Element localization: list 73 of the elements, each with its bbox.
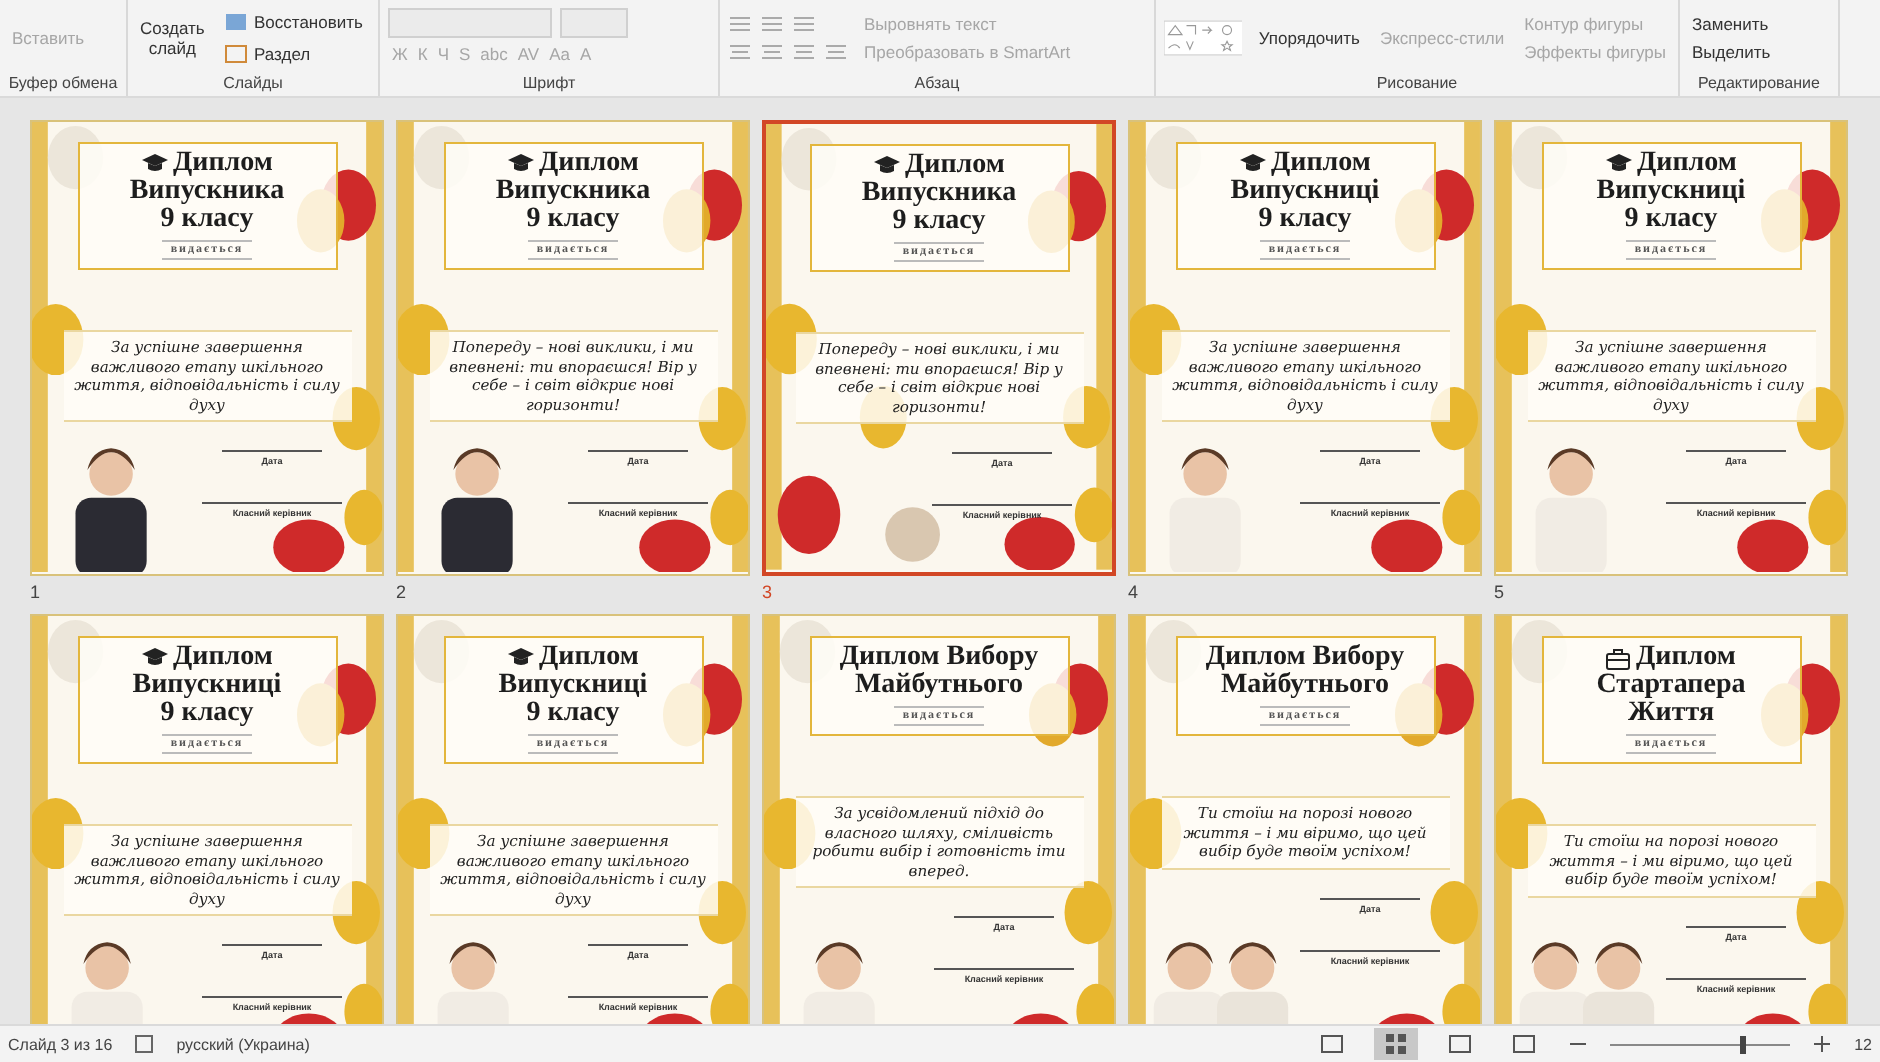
diploma-title: Диплом Вибору <box>839 644 1039 672</box>
diploma-title: Випускника <box>495 178 651 206</box>
diploma-title: Випускниці <box>132 672 282 700</box>
group-label: Шрифт <box>520 74 578 96</box>
group-label: Слайды <box>221 74 285 96</box>
diploma-title: Диплом Вибору <box>1205 644 1405 672</box>
diploma-title: Диплом <box>173 150 273 178</box>
zoom-in-icon <box>1810 1032 1835 1056</box>
ribbon-button[interactable]: Упорядочить <box>1254 25 1364 49</box>
diploma-title: 9 класу <box>526 700 620 728</box>
group-label: Редактирование <box>1696 74 1822 96</box>
section-icon <box>224 41 248 65</box>
list-icon <box>760 11 784 35</box>
group-label: Абзац <box>912 74 962 96</box>
diploma-title: Диплом <box>1636 644 1736 672</box>
graduation-cap-icon <box>1605 154 1632 174</box>
ribbon-button[interactable]: Выделить <box>1688 39 1775 63</box>
diploma-title: Диплом <box>1271 150 1371 178</box>
view-button[interactable] <box>1374 1028 1419 1060</box>
restore-icon <box>224 9 248 33</box>
grid-icon <box>1384 1032 1409 1056</box>
diploma-title: Випускниці <box>498 672 648 700</box>
align-icon <box>792 39 816 63</box>
group-label: Буфер обмена <box>8 74 118 96</box>
diploma-title: Випускника <box>861 180 1017 208</box>
diploma-title: Випускника <box>129 178 285 206</box>
diploma-title: Диплом <box>1637 150 1737 178</box>
list-icon <box>792 11 816 35</box>
zoom-thumb[interactable] <box>1739 1035 1746 1053</box>
view-icon <box>1320 1032 1345 1056</box>
new-slide-button[interactable]: Создать слайд <box>136 15 208 59</box>
graduation-cap-icon <box>507 154 534 174</box>
zoom-percent[interactable]: 12 <box>1854 1035 1872 1053</box>
group-label: Рисование <box>1374 74 1460 96</box>
view-icon <box>1512 1032 1537 1056</box>
diploma-title: 9 класу <box>160 700 254 728</box>
briefcase-icon <box>1606 647 1631 669</box>
diploma-title: Диплом <box>173 644 273 672</box>
align-icon <box>824 39 848 63</box>
diploma-title: Стартапера <box>1596 672 1746 700</box>
slide-counter: Слайд 3 из 16 <box>8 1035 113 1053</box>
diploma-title: Диплом <box>905 152 1005 180</box>
list-icon <box>728 11 752 35</box>
diploma-title: Випускниці <box>1230 178 1380 206</box>
slide-number: 3 <box>762 582 775 602</box>
notes-icon <box>132 1032 157 1056</box>
diploma-title: 9 класу <box>526 206 620 234</box>
align-icon <box>760 39 784 63</box>
graduation-cap-icon <box>507 648 534 668</box>
slide-number: 4 <box>1128 582 1141 602</box>
slide-number: 1 <box>30 582 43 602</box>
diploma-title: 9 класу <box>1624 206 1718 234</box>
language-status[interactable]: русский (Украина) <box>176 1035 310 1053</box>
graduation-cap-icon <box>141 648 168 668</box>
ribbon-button[interactable]: Заменить <box>1688 11 1775 35</box>
diploma-title: Майбутнього <box>854 672 1024 700</box>
graduation-cap-icon <box>1239 154 1266 174</box>
diploma-title: 9 класу <box>892 208 986 236</box>
diploma-title: Диплом <box>539 644 639 672</box>
diploma-title: 9 класу <box>1258 206 1352 234</box>
diploma-title: 9 класу <box>160 206 254 234</box>
align-icon <box>728 39 752 63</box>
diploma-title: Майбутнього <box>1220 672 1390 700</box>
slide-number: 2 <box>396 582 409 602</box>
diploma-title: Життя <box>1627 700 1715 728</box>
diploma-title: Випускниці <box>1596 178 1746 206</box>
diploma-title: Диплом <box>539 150 639 178</box>
ribbon-button[interactable]: Раздел <box>220 39 367 67</box>
graduation-cap-icon <box>141 154 168 174</box>
graduation-cap-icon <box>873 156 900 176</box>
ribbon-button[interactable]: Восстановить <box>220 7 367 35</box>
slide-number: 5 <box>1494 582 1507 602</box>
view-icon <box>1448 1032 1473 1056</box>
